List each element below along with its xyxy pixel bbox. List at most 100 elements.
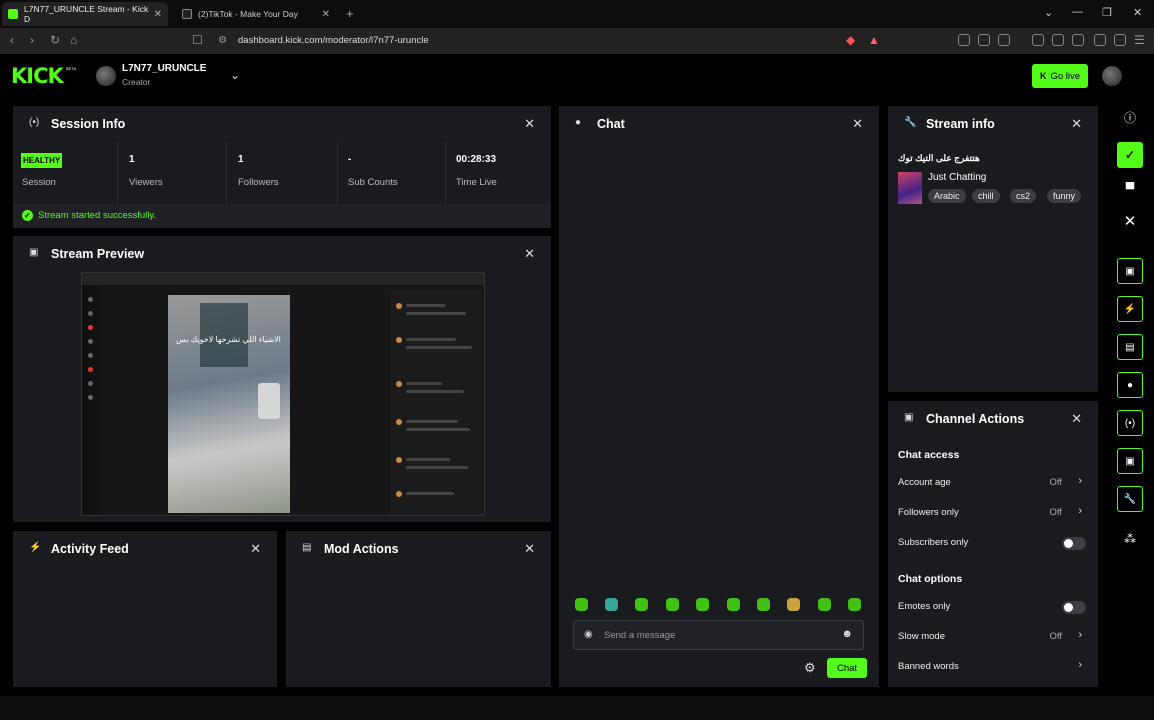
emotes-only-toggle[interactable] bbox=[1062, 601, 1086, 614]
chat-bubble-icon[interactable]: ● bbox=[1117, 372, 1143, 398]
stat-followers: 1 Followers bbox=[229, 142, 338, 204]
tab-close-icon[interactable]: ✕ bbox=[322, 9, 330, 20]
stream-tag[interactable]: Arabic bbox=[928, 189, 966, 203]
wrench-icon[interactable]: 🔧 bbox=[1117, 486, 1143, 512]
brave-rewards-icon[interactable]: ▲ bbox=[868, 33, 880, 47]
slow-mode-row[interactable]: Slow mode Off › bbox=[898, 629, 1086, 647]
tab-close-icon[interactable]: ✕ bbox=[154, 9, 162, 20]
stream-preview-video[interactable]: الاشياء اللي تشرحها لاخويك بس bbox=[81, 272, 485, 516]
stream-tag[interactable]: chill bbox=[972, 189, 1000, 203]
close-icon[interactable]: ✕ bbox=[524, 246, 535, 262]
extension-icon[interactable] bbox=[978, 34, 990, 46]
emote-icon[interactable] bbox=[666, 598, 679, 611]
tab-kick[interactable]: L7N77_URUNCLE Stream - Kick D ✕ bbox=[2, 2, 168, 26]
stream-preview-icon[interactable]: ▣ bbox=[1117, 258, 1143, 284]
chat-settings-icon[interactable]: ⚙ bbox=[804, 660, 816, 676]
emote-icon[interactable] bbox=[696, 598, 709, 611]
stat-viewers: 1 Viewers bbox=[120, 142, 227, 204]
document-icon[interactable]: ▤ bbox=[1117, 334, 1143, 360]
chevron-right-icon: › bbox=[1078, 505, 1082, 517]
chat-message-input[interactable] bbox=[604, 627, 824, 643]
close-icon[interactable]: ✕ bbox=[524, 116, 535, 132]
site-settings-icon[interactable]: ⚙ bbox=[218, 35, 227, 46]
shield-icon[interactable]: ◉ bbox=[584, 629, 593, 640]
kick-logo[interactable]: KICK bbox=[11, 64, 64, 88]
broadcast-icon[interactable]: (•) bbox=[1117, 410, 1143, 436]
lightning-icon: ⚡ bbox=[29, 542, 42, 553]
brave-shield-icon[interactable]: ◆ bbox=[846, 33, 855, 47]
emote-icon[interactable] bbox=[787, 598, 800, 611]
forward-icon[interactable]: › bbox=[30, 33, 34, 47]
channel-avatar[interactable] bbox=[96, 66, 116, 86]
sidebar-icon[interactable] bbox=[1052, 34, 1064, 46]
window-close-icon[interactable]: ✕ bbox=[1133, 6, 1142, 19]
close-icon[interactable]: ✕ bbox=[852, 116, 863, 132]
back-icon[interactable]: ‹ bbox=[10, 33, 14, 47]
chat-header: ● Chat ✕ bbox=[559, 106, 879, 142]
close-icon[interactable]: ✕ bbox=[250, 541, 261, 557]
extension-icon[interactable] bbox=[998, 34, 1010, 46]
chevron-down-icon[interactable]: ⌄ bbox=[230, 68, 240, 82]
preview-text-line bbox=[406, 312, 466, 315]
panel-title: Channel Actions bbox=[926, 412, 1025, 426]
category-thumbnail[interactable] bbox=[898, 172, 922, 204]
account-age-row[interactable]: Account age Off › bbox=[898, 475, 1086, 493]
subscribers-only-toggle[interactable] bbox=[1062, 537, 1086, 550]
music-icon[interactable] bbox=[1032, 34, 1044, 46]
emote-icon[interactable] bbox=[605, 598, 618, 611]
tab-list-icon[interactable]: ⌄ bbox=[1044, 6, 1053, 19]
extension-icon[interactable] bbox=[958, 34, 970, 46]
layout-icon[interactable]: ▀ bbox=[1117, 176, 1143, 202]
emote-icon[interactable] bbox=[848, 598, 861, 611]
info-icon[interactable]: ⓘ bbox=[1117, 104, 1143, 130]
tab-tiktok[interactable]: (2)TikTok - Make Your Day ✕ bbox=[176, 2, 336, 26]
reload-icon[interactable]: ↻ bbox=[50, 33, 60, 47]
status-message: Stream started successfully. bbox=[38, 210, 157, 221]
preview-dot bbox=[88, 367, 93, 372]
stat-label: Sub Counts bbox=[348, 177, 398, 188]
chat-send-button[interactable]: Chat bbox=[827, 658, 867, 678]
check-circle-icon: ✓ bbox=[22, 210, 33, 221]
new-tab-icon[interactable]: + bbox=[346, 6, 354, 21]
followers-only-row[interactable]: Followers only Off › bbox=[898, 505, 1086, 523]
close-icon[interactable]: ✕ bbox=[1117, 208, 1143, 234]
minimize-icon[interactable]: — bbox=[1072, 6, 1083, 18]
go-live-button[interactable]: K Go live bbox=[1032, 64, 1088, 88]
stat-time-live: 00:28:33 Time Live bbox=[447, 142, 551, 204]
preview-avatar bbox=[396, 419, 402, 425]
preview-text-line bbox=[406, 390, 464, 393]
preview-dot bbox=[88, 325, 93, 330]
vpn-icon[interactable] bbox=[1114, 34, 1126, 46]
emotes-only-row: Emotes only bbox=[898, 599, 1086, 617]
banned-words-row[interactable]: Banned words › bbox=[898, 659, 1086, 677]
emote-icon[interactable] bbox=[818, 598, 831, 611]
bookmark-icon[interactable]: ☐ bbox=[192, 33, 203, 47]
tiktok-favicon-icon bbox=[182, 9, 192, 19]
stream-tag[interactable]: funny bbox=[1047, 189, 1082, 203]
home-icon[interactable]: ⌂ bbox=[70, 33, 77, 47]
close-icon[interactable]: ✕ bbox=[524, 541, 535, 557]
menu-icon[interactable]: ☰ bbox=[1134, 33, 1145, 47]
emote-icon[interactable] bbox=[757, 598, 770, 611]
close-icon[interactable]: ✕ bbox=[1071, 411, 1082, 427]
channel-actions-icon[interactable]: ▣ bbox=[1117, 448, 1143, 474]
leo-ai-icon[interactable] bbox=[1094, 34, 1106, 46]
emoji-icon[interactable]: ☻ bbox=[841, 628, 853, 640]
emote-icon[interactable] bbox=[635, 598, 648, 611]
close-icon[interactable]: ✕ bbox=[1071, 116, 1082, 132]
wallet-icon[interactable] bbox=[1072, 34, 1084, 46]
stat-sub-counts: - Sub Counts bbox=[339, 142, 446, 204]
emote-icon[interactable] bbox=[575, 598, 588, 611]
document-icon: ▤ bbox=[302, 542, 312, 553]
stream-category[interactable]: Just Chatting bbox=[928, 172, 986, 183]
user-avatar[interactable] bbox=[1102, 66, 1122, 86]
stream-tag[interactable]: cs2 bbox=[1010, 189, 1037, 203]
lightning-icon[interactable]: ⚡ bbox=[1117, 296, 1143, 322]
emote-icon[interactable] bbox=[727, 598, 740, 611]
share-icon[interactable]: ⁂ bbox=[1117, 526, 1143, 552]
tab-label: (2)TikTok - Make Your Day bbox=[198, 9, 298, 19]
check-icon[interactable]: ✓ bbox=[1117, 142, 1143, 168]
maximize-icon[interactable]: ❐ bbox=[1102, 6, 1112, 19]
url-field[interactable]: dashboard.kick.com/moderator/l7n77-urunc… bbox=[238, 35, 429, 46]
channel-name[interactable]: L7N77_URUNCLE bbox=[122, 63, 206, 74]
